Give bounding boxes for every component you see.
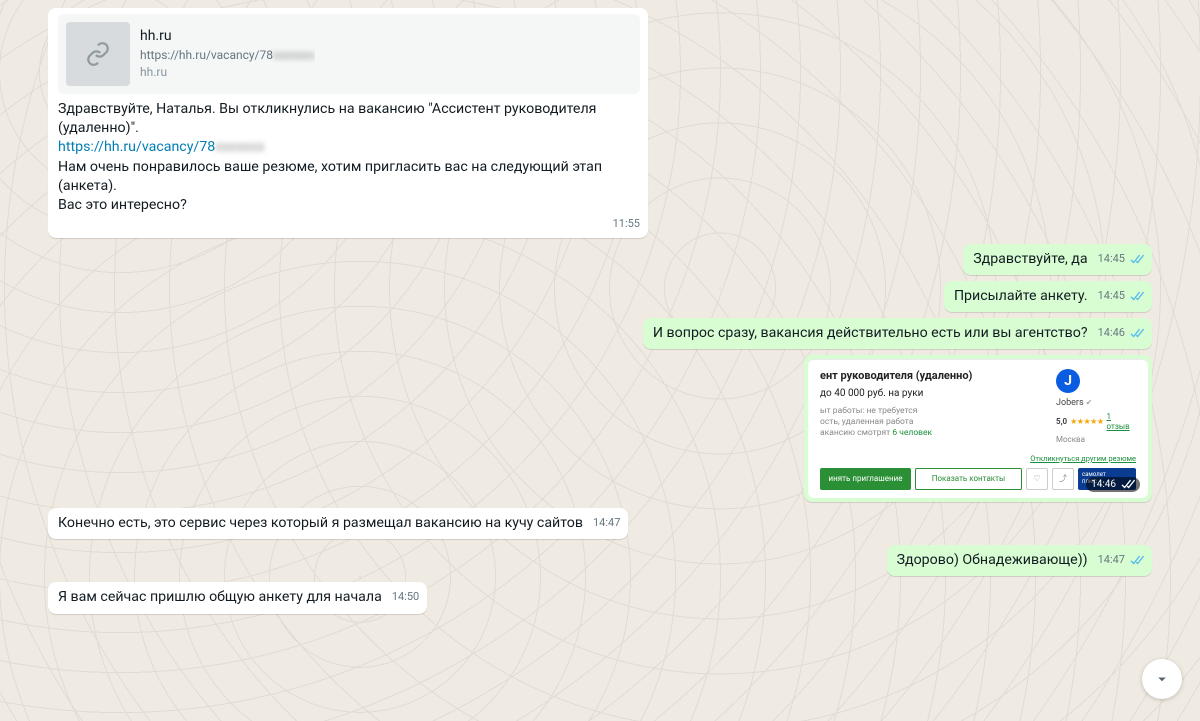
message-meta: 14:46 [1098,326,1144,341]
vacancy-viewers: акансию смотрят 6 человек [820,428,1046,439]
message-row-in: hh.ru https://hh.ru/vacancy/78xxxxxxx hh… [48,8,1152,238]
link-preview-url: https://hh.ru/vacancy/78xxxxxxx [140,47,315,63]
verified-icon: ✔ [1086,398,1093,409]
message-bubble[interactable]: Я вам сейчас пришлю общую анкету для нач… [48,582,427,613]
message-text: Конечно есть, это сервис через который я… [58,515,583,531]
link-preview-title: hh.ru [140,27,315,46]
message-row-in: Конечно есть, это сервис через который я… [48,508,1152,539]
read-receipt-icon [1128,254,1144,265]
message-bubble[interactable]: Здорово) Обнадеживающе)) 14:47 [887,545,1152,576]
company-box: J Jobers✔ 5,0 ★★★★★ 1 отзыв Москва [1056,369,1136,446]
vacancy-salary: до 40 000 руб. на руки [820,387,1046,401]
message-text: Здравствуйте, Наталья. Вы откликнулись н… [58,100,640,215]
share-icon: ⤴ [1052,468,1074,490]
attached-screenshot[interactable]: ент руководителя (удаленно) до 40 000 ру… [808,359,1148,498]
message-time: 14:46 [1091,478,1116,492]
chat-scroll-area[interactable]: hh.ru https://hh.ru/vacancy/78xxxxxxx hh… [0,0,1200,721]
message-text: Здравствуйте, да [973,251,1087,267]
message-time: 14:45 [1098,289,1125,304]
stars-icon: ★★★★★ [1070,417,1103,428]
message-bubble-image[interactable]: ент руководителя (удаленно) до 40 000 ру… [804,355,1152,502]
message-row-out: Здравствуйте, да 14:45 [48,244,1152,275]
message-bubble[interactable]: Присылайте анкету. 14:45 [944,281,1152,312]
favorite-icon: ♡ [1026,468,1048,490]
message-row-in: Я вам сейчас пришлю общую анкету для нач… [48,582,1152,613]
vacancy-meta: ость, удаленная работа [820,417,1046,428]
message-bubble[interactable]: Конечно есть, это сервис через который я… [48,508,628,539]
read-receipt-icon [1128,328,1144,339]
message-meta: 14:45 [1098,289,1144,304]
message-row-out: ент руководителя (удаленно) до 40 000 ру… [48,355,1152,502]
reviews-link: 1 отзыв [1107,412,1136,434]
message-time: 11:55 [613,217,640,232]
company-rating: 5,0 ★★★★★ 1 отзыв [1056,412,1136,434]
message-row-out: Присылайте анкету. 14:45 [48,281,1152,312]
message-time: 14:47 [1098,553,1125,568]
message-meta: 14:45 [1098,252,1144,267]
read-receipt-icon [1119,479,1135,490]
read-receipt-icon [1128,555,1144,566]
message-link[interactable]: https://hh.ru/vacancy/78xxxxxxx [58,139,265,155]
other-resume-link: Откликнуться другим резюме [808,454,1148,468]
message-time: 14:47 [593,516,620,531]
message-text: Здорово) Обнадеживающе)) [897,552,1088,568]
image-timestamp-overlay: 14:46 [1086,477,1140,493]
accept-invite-button: инять приглашение [820,468,911,490]
company-avatar: J [1056,369,1080,393]
message-row-out: Здорово) Обнадеживающе)) 14:47 [48,545,1152,576]
message-bubble[interactable]: hh.ru https://hh.ru/vacancy/78xxxxxxx hh… [48,8,648,238]
company-name: Jobers✔ [1056,397,1136,409]
company-city: Москва [1056,435,1136,446]
link-preview-text: hh.ru https://hh.ru/vacancy/78xxxxxxx hh… [140,22,315,86]
message-text: Присылайте анкету. [954,288,1088,304]
message-time: 14:50 [392,590,419,605]
vacancy-info: ент руководителя (удаленно) до 40 000 ру… [820,369,1046,446]
message-text: И вопрос сразу, вакансия действительно е… [653,325,1088,341]
link-icon [66,22,130,86]
message-meta: 14:47 [1098,553,1144,568]
show-contacts-button: Показать контакты [915,468,1022,490]
link-preview-domain: hh.ru [140,64,315,80]
chevron-down-icon [1153,670,1171,688]
message-row-out: И вопрос сразу, вакансия действительно е… [48,318,1152,349]
link-preview-card[interactable]: hh.ru https://hh.ru/vacancy/78xxxxxxx hh… [58,14,640,94]
message-time: 14:45 [1098,252,1125,267]
read-receipt-icon [1128,291,1144,302]
scroll-to-bottom-button[interactable] [1142,659,1182,699]
message-bubble[interactable]: Здравствуйте, да 14:45 [963,244,1152,275]
vacancy-meta: ыт работы: не требуется [820,406,1046,417]
message-text: Я вам сейчас пришлю общую анкету для нач… [58,589,382,605]
message-bubble[interactable]: И вопрос сразу, вакансия действительно е… [643,318,1152,349]
message-time: 14:46 [1098,326,1125,341]
vacancy-title: ент руководителя (удаленно) [820,369,1046,384]
